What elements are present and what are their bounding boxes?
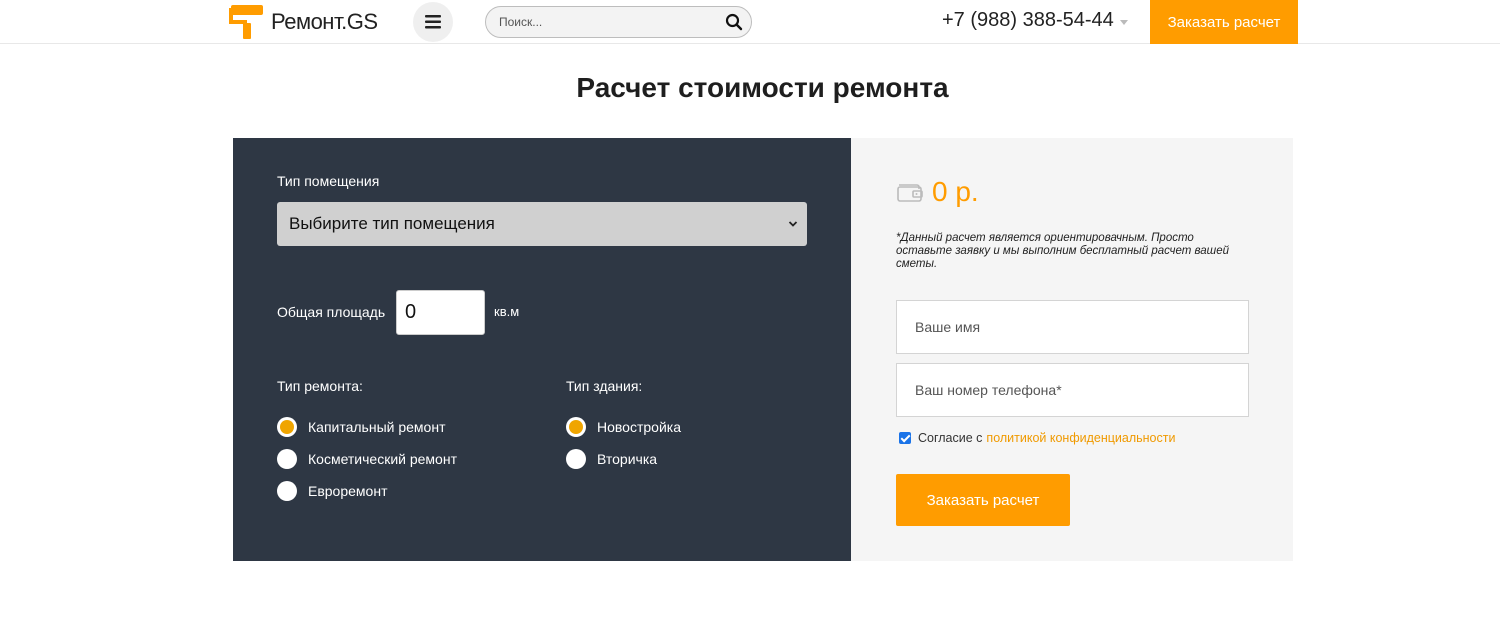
order-calculation-button[interactable]: Заказать расчет: [896, 474, 1070, 526]
radio-label: Вторичка: [597, 451, 658, 467]
consent-row: Согласие с политикой конфиденциальности: [899, 431, 1175, 445]
radio-capital-repair[interactable]: Капитальный ремонт: [277, 417, 445, 437]
room-type-label: Тип помещения: [277, 173, 380, 189]
chevron-down-icon: [788, 221, 798, 227]
price-display: 0 р.: [896, 176, 979, 208]
consent-text: Согласие с: [918, 431, 983, 445]
order-calculation-header-button[interactable]: Заказать расчет: [1150, 0, 1298, 44]
radio-label: Евроремонт: [308, 483, 388, 499]
wallet-icon: [897, 184, 923, 202]
calculator-panel: Тип помещения Выбирите тип помещения Общ…: [233, 138, 851, 561]
search-icon[interactable]: [725, 13, 743, 31]
room-type-select[interactable]: Выбирите тип помещения: [277, 202, 807, 246]
page-title: Расчет стоимости ремонта: [576, 72, 949, 103]
name-input[interactable]: Ваше имя: [896, 300, 1249, 354]
menu-button[interactable]: [413, 2, 453, 42]
radio-label: Новостройка: [597, 419, 681, 435]
disclaimer-text: *Данный расчет является ориентировачным.…: [896, 232, 1229, 270]
radio-button[interactable]: [277, 417, 297, 437]
room-type-selected: Выбирите тип помещения: [289, 214, 495, 233]
logo[interactable]: Ремонт.GS: [229, 3, 378, 41]
radio-euro-repair[interactable]: Евроремонт: [277, 481, 387, 501]
radio-button[interactable]: [277, 481, 297, 501]
search-box: [485, 6, 752, 38]
logo-text: Ремонт.GS: [271, 9, 378, 34]
radio-button[interactable]: [277, 449, 297, 469]
radio-secondary-building[interactable]: Вторичка: [566, 449, 657, 469]
hamburger-icon: [425, 15, 441, 29]
area-unit: кв.м: [494, 304, 520, 319]
radio-label: Капитальный ремонт: [308, 419, 446, 435]
chevron-down-icon[interactable]: [1119, 19, 1128, 25]
consent-checkbox[interactable]: [899, 432, 911, 444]
phone-text: +7 (988) 388-54-44: [942, 9, 1114, 31]
price-value: 0 р.: [932, 176, 979, 207]
radio-cosmetic-repair[interactable]: Косметический ремонт: [277, 449, 457, 469]
paint-roller-icon: [229, 5, 263, 39]
building-type-label: Тип здания:: [566, 378, 643, 394]
radio-new-building[interactable]: Новостройка: [566, 417, 681, 437]
area-input[interactable]: 0: [396, 290, 485, 335]
phone-input[interactable]: Ваш номер телефона*: [896, 363, 1249, 417]
phone-number[interactable]: +7 (988) 388-54-44: [942, 9, 1128, 32]
site-header: Ремонт.GS +7 (988) 388-54-44 Заказать ра…: [0, 0, 1500, 44]
radio-button[interactable]: [566, 417, 586, 437]
area-label: Общая площадь: [277, 304, 386, 320]
radio-label: Косметический ремонт: [308, 451, 457, 467]
radio-button[interactable]: [566, 449, 586, 469]
repair-type-label: Тип ремонта:: [277, 378, 363, 394]
order-form-panel: 0 р. *Данный расчет является ориентирова…: [851, 138, 1293, 561]
privacy-policy-link[interactable]: политикой конфиденциальности: [986, 431, 1175, 445]
search-input[interactable]: [486, 7, 706, 37]
